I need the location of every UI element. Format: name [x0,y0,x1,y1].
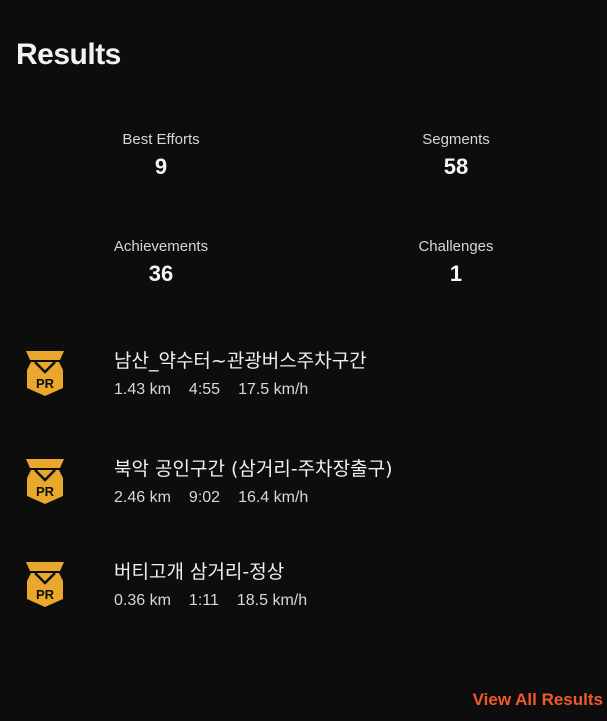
segment-meta: 1.43 km 4:55 17.5 km/h [114,381,326,399]
segment-row[interactable]: PR 북악 공인구간 (삼거리-주차장출구) 2.46 km 9:02 16.4 k… [22,450,592,514]
segment-distance: 0.36 km [114,592,171,609]
segment-speed: 17.5 km/h [238,381,309,398]
stat-value: 1 [449,261,463,286]
stat-value: 58 [443,154,469,179]
badge-text: PR [36,376,55,391]
segment-distance: 1.43 km [114,381,171,398]
segment-time: 4:55 [188,381,221,398]
stat-challenges[interactable]: Challenges 1 [356,238,556,287]
segment-row[interactable]: PR 남산_약수터~관광버스주차구간 1.43 km 4:55 17.5 km/h [22,342,592,406]
segment-time: 9:02 [188,489,221,506]
view-all-results-link[interactable]: View All Results [473,690,603,710]
stat-label: Challenges [418,238,494,255]
segment-meta: 2.46 km 9:02 16.4 km/h [114,489,326,507]
segment-distance: 2.46 km [114,489,171,506]
page-title: Results [16,38,121,71]
badge-text: PR [36,484,55,499]
segment-meta: 0.36 km 1:11 18.5 km/h [114,592,325,610]
segment-row[interactable]: PR 버티고개 삼거리-정상 0.36 km 1:11 18.5 km/h [22,553,592,617]
stat-label: Segments [422,131,490,148]
pr-medal-icon: PR [26,459,64,504]
stat-label: Best Efforts [122,131,200,148]
segment-speed: 18.5 km/h [236,592,308,609]
segment-name: 버티고개 삼거리-정상 [114,561,285,583]
stat-segments[interactable]: Segments 58 [356,131,556,180]
pr-medal-icon: PR [26,562,64,607]
pr-medal-icon: PR [26,351,64,396]
stat-best-efforts[interactable]: Best Efforts 9 [61,131,261,180]
segment-time: 1:11 [188,592,219,609]
segment-name: 북악 공인구간 (삼거리-주차장출구) [114,458,393,480]
segment-speed: 16.4 km/h [238,489,309,506]
stat-label: Achievements [113,238,209,255]
stat-value: 36 [148,261,174,286]
segment-name: 남산_약수터~관광버스주차구간 [114,350,367,372]
stat-achievements[interactable]: Achievements 36 [61,238,261,287]
badge-text: PR [36,587,55,602]
stat-value: 9 [154,154,168,179]
